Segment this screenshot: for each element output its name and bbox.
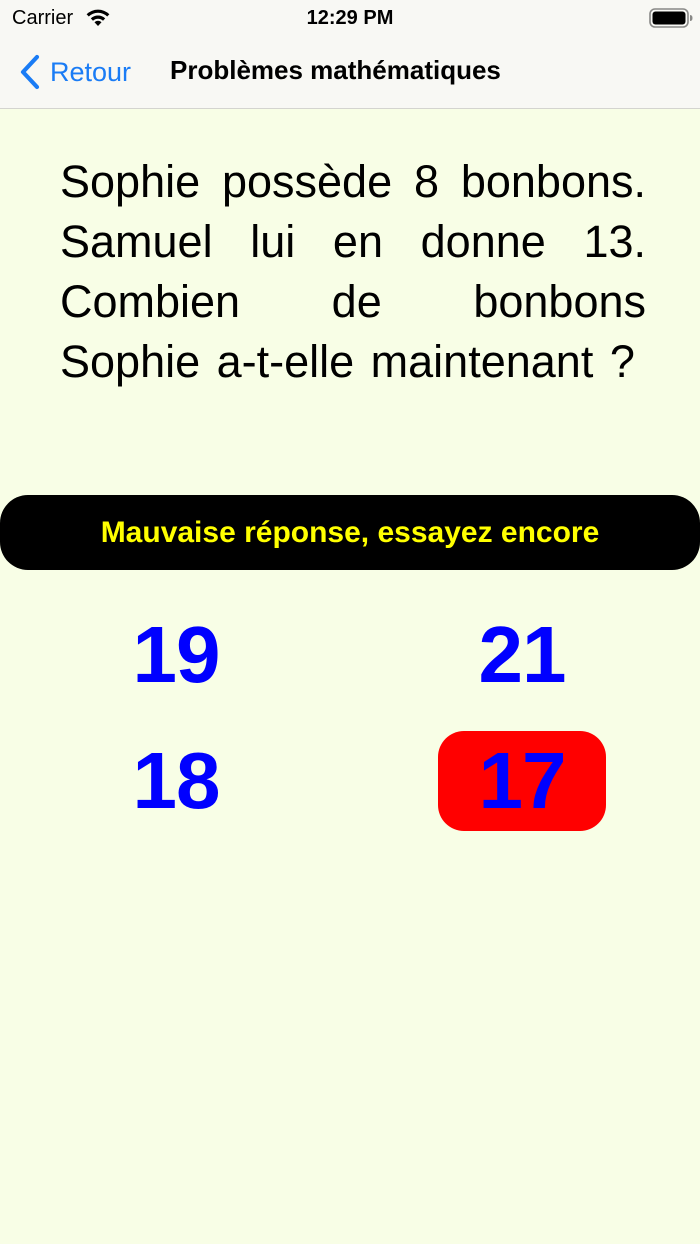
back-label: Retour [50, 56, 132, 87]
chevron-left-icon [20, 54, 40, 90]
feedback-banner: Mauvaise réponse, essayez encore [0, 495, 700, 570]
answer-button-2[interactable]: 21 [438, 605, 606, 705]
answer-label: 19 [132, 610, 221, 699]
battery-icon [649, 8, 693, 28]
back-button[interactable]: Retour [18, 52, 131, 92]
answer-label: 18 [132, 736, 221, 825]
navigation-bar: Retour Problèmes mathématiques [0, 36, 700, 109]
answer-button-3[interactable]: 18 [92, 731, 260, 831]
page-title: Problèmes mathématiques [170, 55, 501, 85]
screen: Carrier 12:29 PM Retour Problèmes mathém… [0, 0, 700, 1244]
answer-label: 17 [478, 736, 567, 825]
answer-button-1[interactable]: 19 [92, 605, 260, 705]
status-time: 12:29 PM [306, 7, 394, 29]
status-bar: Carrier 12:29 PM [0, 0, 700, 36]
answer-button-4-wrong[interactable]: 17 [438, 731, 606, 831]
feedback-text: Mauvaise réponse, essayez encore [100, 515, 600, 549]
question-text: Sophie possède 8 bonbons. Samuel lui en … [60, 156, 646, 387]
answer-label: 21 [478, 610, 567, 699]
